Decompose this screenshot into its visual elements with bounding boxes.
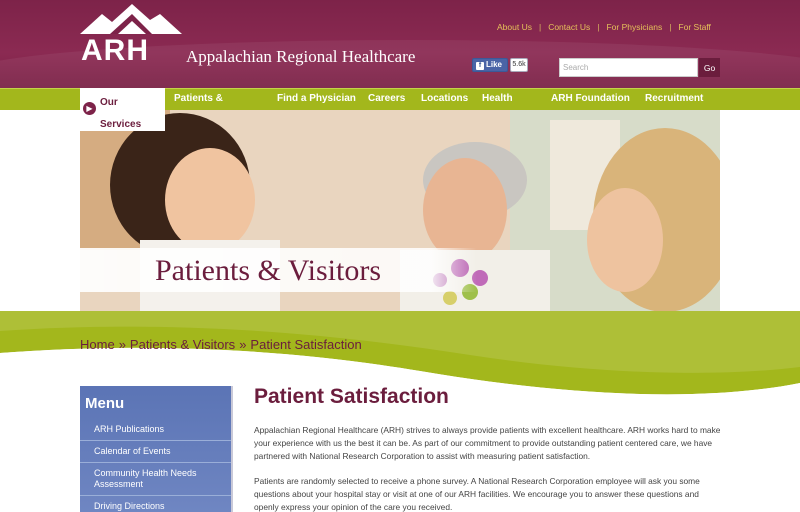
about-us-link[interactable]: About Us — [497, 22, 532, 32]
sidebar-title: Menu — [85, 395, 125, 412]
nav-our-services-label: Our Services — [100, 97, 142, 130]
nav-recruitment[interactable]: Recruitment — [645, 88, 703, 110]
content-paragraph: Patients are randomly selected to receiv… — [254, 476, 700, 512]
nav-find-a-physician[interactable]: Find a Physician — [277, 88, 356, 110]
breadcrumb-current: Patient Satisfaction — [250, 337, 362, 352]
separator: | — [538, 22, 542, 32]
breadcrumb-home[interactable]: Home — [80, 337, 115, 352]
nav-our-services[interactable]: ▶ Our Services — [80, 88, 165, 131]
nav-arh-foundation[interactable]: ARH Foundation — [551, 88, 630, 110]
for-physicians-link[interactable]: For Physicians — [606, 22, 662, 32]
breadcrumb-separator: » — [118, 337, 126, 352]
org-name: Appalachian Regional Healthcare — [186, 47, 416, 66]
arrow-right-icon: ▶ — [83, 102, 96, 115]
sidebar-item-arh-publications[interactable]: ARH Publications — [80, 419, 231, 441]
search-go-button[interactable]: Go — [699, 58, 720, 77]
site-header: ARH Appalachian Regional Healthcare Abou… — [0, 0, 800, 88]
for-staff-link[interactable]: For Staff — [678, 22, 710, 32]
breadcrumb: Home» Patients & Visitors» Patient Satisfa… — [80, 337, 362, 352]
contact-us-link[interactable]: Contact Us — [548, 22, 590, 32]
page-title: Patient Satisfaction — [254, 385, 449, 408]
separator: | — [669, 22, 672, 32]
content-paragraph: Appalachian Regional Healthcare (ARH) st… — [254, 425, 721, 461]
sidebar-item-calendar-of-events[interactable]: Calendar of Events — [80, 441, 231, 463]
facebook-like-count: 5.6k — [510, 58, 528, 72]
facebook-like-label: Like — [486, 60, 503, 69]
breadcrumb-separator: » — [239, 337, 247, 352]
search-input[interactable] — [559, 58, 698, 77]
nav-careers[interactable]: Careers — [368, 88, 405, 110]
sidebar-menu: Menu ARH Publications Calendar of Events… — [80, 386, 233, 512]
breadcrumb-patients-visitors[interactable]: Patients & Visitors — [130, 337, 235, 352]
facebook-like-button[interactable]: f Like — [472, 58, 508, 72]
nav-locations[interactable]: Locations — [421, 88, 468, 110]
utility-links: About Us | Contact Us | For Physicians | For S… — [497, 22, 711, 32]
sidebar-item-community-health-needs-assessment[interactable]: Community Health Needs Assessment — [80, 463, 231, 496]
logo-text[interactable]: ARH — [81, 34, 149, 68]
hero-banner: Patients & Visitors — [80, 110, 720, 311]
separator: | — [597, 22, 600, 32]
sidebar-item-driving-directions[interactable]: Driving Directions — [80, 496, 231, 512]
facebook-icon: f — [476, 62, 484, 70]
banner-title: Patients & Visitors — [155, 254, 381, 287]
